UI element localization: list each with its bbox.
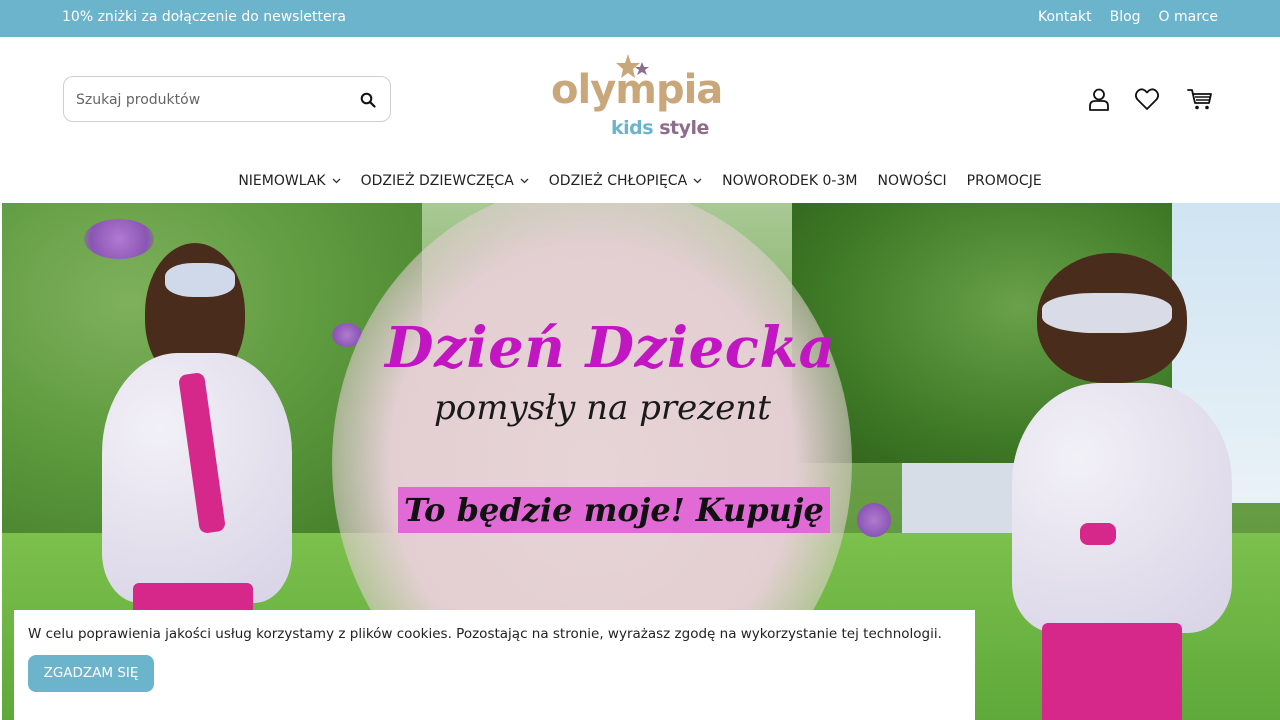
about-brand-link[interactable]: O marce (1159, 9, 1218, 25)
main-navigation: NIEMOWLAK ODZIEŻ DZIEWCZĘCA ODZIEŻ CHŁOP… (0, 166, 1280, 196)
nav-item-new-arrivals[interactable]: NOWOŚCI (877, 166, 946, 196)
search-icon[interactable] (360, 92, 376, 108)
logo-kids: kids (611, 117, 654, 139)
chevron-down-icon (520, 178, 529, 184)
nav-item-label: ODZIEŻ DZIEWCZĘCA (360, 173, 514, 189)
chevron-down-icon (693, 178, 702, 184)
top-links: Kontakt Blog O marce (1038, 9, 1218, 25)
nav-item-girls-clothing[interactable]: ODZIEŻ DZIEWCZĘCA (361, 166, 529, 196)
search-input[interactable] (76, 89, 346, 111)
cart-icon[interactable] (1186, 86, 1214, 112)
search-box (63, 76, 391, 122)
brand-logo[interactable]: olympia kids style (548, 50, 723, 146)
blog-link[interactable]: Blog (1110, 9, 1141, 25)
top-bar: 10% zniżki za dołączenie do newslettera … (0, 0, 1280, 37)
logo-style: style (659, 117, 709, 139)
accept-cookies-button[interactable]: ZGADZAM SIĘ (28, 655, 154, 692)
nav-item-label: PROMOCJE (966, 173, 1042, 189)
hero-child-right (1002, 233, 1242, 720)
nav-item-niemowlak[interactable]: NIEMOWLAK (238, 166, 341, 196)
nav-item-label: NIEMOWLAK (238, 173, 326, 189)
heart-icon[interactable] (1134, 86, 1160, 112)
logo-wordmark: olympia (551, 67, 723, 113)
cookie-message: W celu poprawienia jakości usług korzyst… (28, 626, 942, 642)
nav-item-label: NOWORODEK 0-3M (722, 173, 858, 189)
user-icon[interactable] (1086, 86, 1112, 112)
nav-item-boys-clothing[interactable]: ODZIEŻ CHŁOPIĘCA (549, 166, 702, 196)
hero-cta-button[interactable]: To będzie moje! Kupuję (398, 487, 830, 533)
nav-item-label: ODZIEŻ CHŁOPIĘCA (548, 173, 688, 189)
contact-link[interactable]: Kontakt (1038, 9, 1092, 25)
chevron-down-icon (332, 178, 341, 184)
lilac-flowers (857, 503, 891, 537)
nav-item-label: NOWOŚCI (877, 173, 947, 189)
nav-item-promotions[interactable]: PROMOCJE (967, 166, 1042, 196)
cookie-banner: W celu poprawienia jakości usług korzyst… (14, 610, 975, 720)
hero-title: Dzień Dziecka (385, 315, 836, 381)
newsletter-promo-link[interactable]: 10% zniżki za dołączenie do newslettera (62, 9, 346, 25)
logo-tagline: kids style (611, 117, 709, 139)
hero-subtitle: pomysły na prezent (434, 388, 771, 428)
nav-item-newborn[interactable]: NOWORODEK 0-3M (722, 166, 857, 196)
